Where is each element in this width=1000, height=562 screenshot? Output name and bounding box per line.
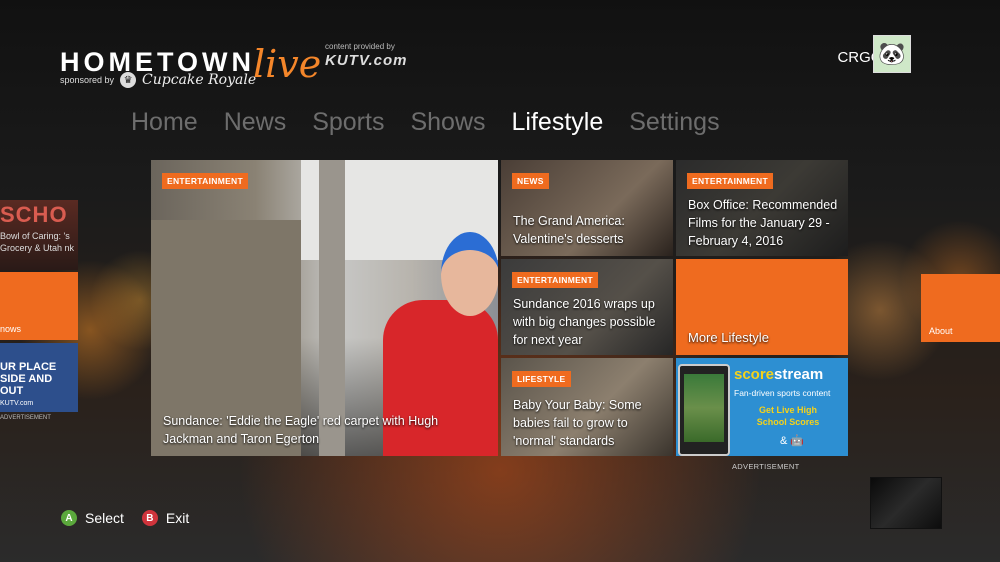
select-hint[interactable]: Select: [85, 510, 124, 526]
kinect-camera-preview: [870, 477, 942, 529]
left-peek-tile-top[interactable]: SCHO Bowl of Caring: 's Grocery & Utah n…: [0, 200, 78, 270]
exit-hint[interactable]: Exit: [166, 510, 189, 526]
category-tag: ENTERTAINMENT: [512, 272, 598, 288]
avatar[interactable]: 🐼: [873, 35, 911, 73]
content-provided-label: content provided by: [325, 42, 395, 51]
ad-brand-logo: scorestream: [734, 366, 823, 383]
ad-cta-line2: School Scores: [756, 417, 820, 427]
tile-caption: Box Office: Recommended Films for the Ja…: [688, 198, 838, 248]
right-peek-tile[interactable]: About: [921, 274, 1000, 342]
left-peek-ad[interactable]: UR PLACE SIDE AND OUT KUTV.com: [0, 343, 78, 412]
category-tag: ENTERTAINMENT: [162, 173, 248, 189]
b-button-icon: B: [141, 510, 158, 526]
nav-item-news[interactable]: News: [224, 108, 287, 137]
left-peek-title: SCHO: [0, 202, 68, 227]
tile-caption: The Grand America: Valentine's desserts: [513, 214, 625, 246]
tile-caption: Baby Your Baby: Some babies fail to grow…: [513, 398, 642, 448]
tile-box-office[interactable]: ENTERTAINMENT Box Office: Recommended Fi…: [676, 160, 848, 256]
ad-tile-scorestream[interactable]: scorestream Fan-driven sports content Ge…: [676, 358, 848, 456]
app-store-icons: & 🤖: [780, 434, 804, 447]
controller-hints: A Select B Exit: [61, 510, 189, 526]
main-nav: Home News Sports Shows Lifestyle Setting…: [131, 108, 720, 137]
a-button-icon: A: [61, 510, 77, 526]
nav-item-settings[interactable]: Settings: [629, 108, 719, 137]
sponsor-line: sponsored by ♛ Cupcake Royale: [60, 72, 256, 88]
tile-baby-your-baby[interactable]: LIFESTYLE Baby Your Baby: Some babies fa…: [501, 358, 673, 456]
stores-ampersand: &: [780, 435, 788, 447]
category-tag: LIFESTYLE: [512, 371, 571, 387]
ad-cta-line1: Get Live High: [758, 405, 817, 415]
tile-caption: Sundance: 'Eddie the Eagle' red carpet w…: [163, 414, 439, 446]
category-tag: NEWS: [512, 173, 549, 189]
tile-grand-america[interactable]: NEWS The Grand America: Valentine's dess…: [501, 160, 673, 256]
left-peek-adv-label: ADVERTISEMENT: [0, 415, 51, 421]
tile-caption: Sundance 2016 wraps up with big changes …: [513, 297, 656, 347]
left-peek-label: nows: [0, 324, 22, 334]
nav-item-shows[interactable]: Shows: [410, 108, 485, 137]
left-peek-tile-mid[interactable]: nows: [0, 272, 78, 340]
advertisement-label: ADVERTISEMENT: [732, 462, 800, 471]
nav-item-home[interactable]: Home: [131, 108, 198, 137]
ad-tagline: Fan-driven sports content: [734, 388, 831, 398]
left-peek-text: Bowl of Caring: 's Grocery & Utah nk: [0, 231, 75, 253]
featured-tile[interactable]: ENTERTAINMENT Sundance: 'Eddie the Eagle…: [151, 160, 498, 456]
nav-item-sports[interactable]: Sports: [312, 108, 384, 137]
crown-icon: ♛: [120, 72, 137, 88]
ad-brand-a: score: [734, 366, 775, 383]
ad-brand-b: stream: [774, 366, 824, 383]
more-lifestyle-button[interactable]: More Lifestyle: [676, 259, 848, 355]
phone-image: [678, 364, 730, 456]
ad-cta: Get Live High School Scores: [740, 404, 836, 428]
right-peek-label: About: [929, 326, 953, 336]
featured-image-head: [441, 232, 498, 316]
sponsor-name: Cupcake Royale: [142, 72, 257, 88]
category-tag: ENTERTAINMENT: [687, 173, 773, 189]
nav-item-lifestyle[interactable]: Lifestyle: [512, 108, 604, 137]
tile-caption: More Lifestyle: [688, 330, 769, 345]
provider-logo: KUTV.com: [325, 52, 408, 69]
tile-sundance[interactable]: ENTERTAINMENT Sundance 2016 wraps up wit…: [501, 259, 673, 355]
left-peek-ad-text: UR PLACE SIDE AND OUT: [0, 361, 57, 397]
sponsored-by-label: sponsored by: [60, 75, 115, 85]
left-peek-ad-brand: KUTV.com: [0, 400, 34, 407]
logo-live-text: live: [253, 42, 322, 86]
android-icon: 🤖: [790, 435, 805, 447]
